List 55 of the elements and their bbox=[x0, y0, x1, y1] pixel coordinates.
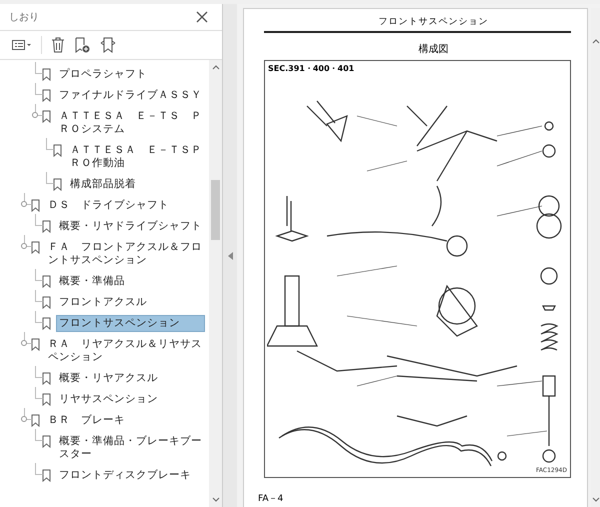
bookmark-icon bbox=[53, 144, 62, 157]
bookmark-item[interactable]: 概要・リヤアクスル bbox=[56, 370, 161, 387]
bookmark-icon bbox=[42, 435, 51, 448]
scroll-up-icon[interactable] bbox=[592, 38, 600, 44]
expand-toggle[interactable] bbox=[21, 416, 27, 422]
scrollbar-thumb[interactable] bbox=[211, 180, 220, 240]
bookmark-item[interactable]: フロントディスクブレーキ bbox=[56, 467, 194, 484]
delete-icon[interactable] bbox=[51, 37, 65, 53]
bookmark-item[interactable]: リヤサスペンション bbox=[56, 391, 161, 408]
add-bookmark-icon[interactable] bbox=[74, 37, 90, 53]
expand-toggle[interactable] bbox=[21, 243, 27, 249]
bookmark-icon bbox=[42, 275, 51, 288]
expand-toggle[interactable] bbox=[21, 201, 27, 207]
collapse-arrow-icon[interactable] bbox=[228, 252, 232, 260]
bookmark-icon bbox=[53, 178, 62, 191]
section-heading: 構成図 bbox=[418, 42, 448, 56]
bookmark-item[interactable]: ファイナルドライブＡＳＳＹ bbox=[56, 87, 205, 104]
bookmark-item[interactable]: 概要・準備品・ブレーキブースター bbox=[56, 433, 205, 463]
bookmark-item[interactable]: ＲＡ リヤアクスル＆リヤサスペンション bbox=[45, 336, 205, 366]
bookmark-item[interactable]: フロントアクスル bbox=[56, 294, 150, 311]
bookmark-icon bbox=[42, 469, 51, 482]
bookmark-icon bbox=[31, 338, 40, 351]
page-title: フロントサスペンション bbox=[378, 16, 488, 28]
options-menu-icon[interactable] bbox=[12, 39, 32, 51]
bookmark-tag-icon[interactable] bbox=[99, 37, 117, 53]
page-number: FA－4 bbox=[258, 493, 284, 505]
bookmark-item[interactable]: ＡＴＴＥＳＡ Ｅ－ＴＳ ＰＲＯシステム bbox=[56, 108, 205, 138]
bookmark-icon bbox=[42, 220, 51, 233]
bookmark-icon bbox=[42, 393, 51, 406]
scroll-down-icon[interactable] bbox=[212, 497, 220, 503]
bookmark-item[interactable]: ＤＳ ドライブシャフト bbox=[45, 197, 172, 214]
bookmark-icon bbox=[42, 372, 51, 385]
expand-toggle[interactable] bbox=[32, 112, 38, 118]
bookmark-item[interactable]: 概要・準備品 bbox=[56, 273, 128, 290]
bookmark-item[interactable]: ＡＴＴＥＳＡ Ｅ－ＴＳＰＲＯ作動油 bbox=[67, 142, 205, 172]
bookmark-icon bbox=[42, 68, 51, 81]
scroll-up-icon[interactable] bbox=[212, 64, 220, 70]
bookmark-icon bbox=[42, 110, 51, 123]
expand-toggle[interactable] bbox=[21, 340, 27, 346]
bookmark-icon bbox=[31, 199, 40, 212]
bookmark-icon bbox=[31, 241, 40, 254]
bookmark-icon bbox=[42, 89, 51, 102]
bookmark-icon bbox=[42, 317, 51, 330]
bookmark-item[interactable]: プロペラシャフト bbox=[56, 66, 150, 83]
section-code: SEC.391・400・401 bbox=[267, 63, 356, 75]
bookmark-icon bbox=[31, 414, 40, 427]
bookmark-item[interactable]: 構成部品脱着 bbox=[67, 176, 139, 193]
close-icon[interactable] bbox=[196, 11, 208, 23]
bookmark-item[interactable]: 概要・リヤドライブシャフト bbox=[56, 218, 205, 235]
bookmark-item[interactable]: フロントサスペンション bbox=[56, 315, 205, 332]
scroll-down-icon[interactable] bbox=[592, 497, 600, 503]
bookmark-icon bbox=[42, 296, 51, 309]
panel-title: しおり bbox=[9, 11, 39, 24]
bookmark-item[interactable]: ＢＲ ブレーキ bbox=[45, 412, 128, 429]
bookmark-item[interactable]: ＦＡ フロントアクスル＆フロントサスペンション bbox=[45, 239, 205, 269]
